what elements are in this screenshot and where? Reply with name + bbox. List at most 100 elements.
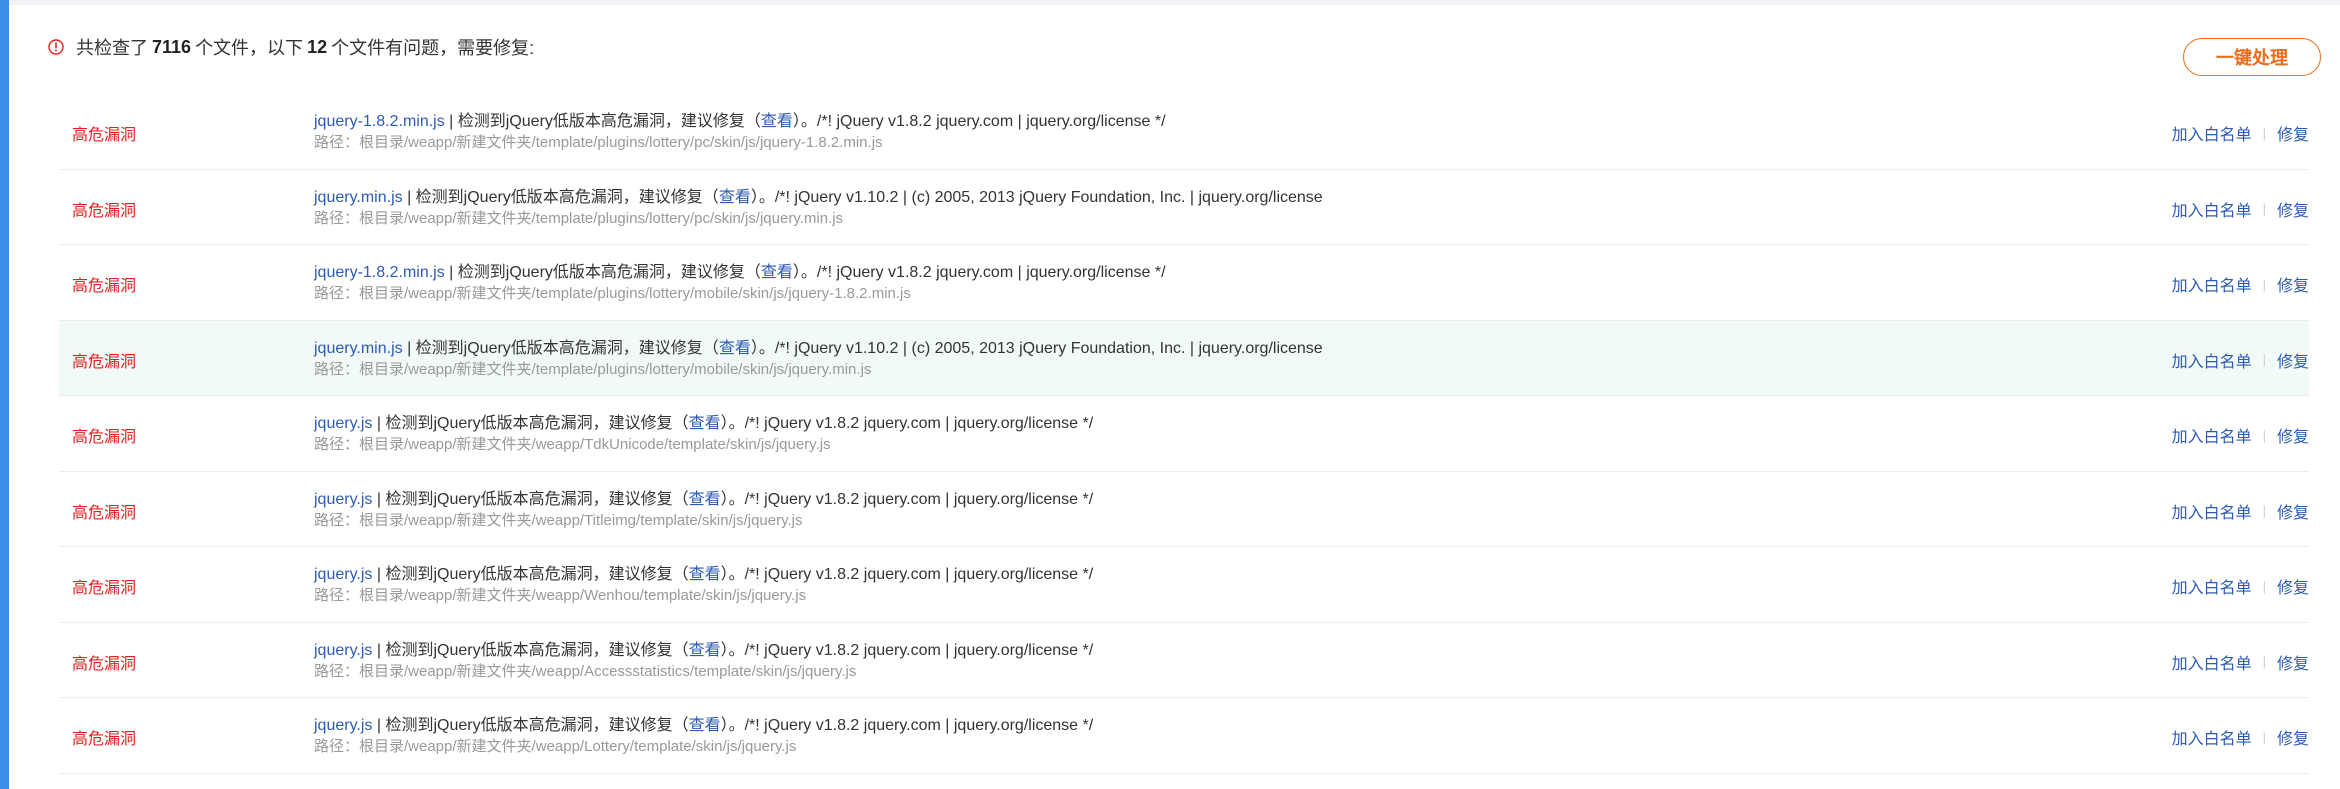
file-name-link[interactable]: jquery-1.8.2.min.js <box>314 264 445 281</box>
file-separator: | <box>444 264 458 281</box>
file-separator: | <box>444 113 458 130</box>
vulnerability-description: jquery-1.8.2.min.js | 检测到jQuery低版本高危漏洞，建… <box>314 258 1166 282</box>
library-header-text: ）。/*! jQuery v1.8.2 jquery.com | jquery.… <box>720 415 1094 432</box>
vulnerability-message: 检测到jQuery低版本高危漏洞，建议修复（ <box>385 717 689 734</box>
add-whitelist-link[interactable]: 加入白名单 <box>2172 725 2252 749</box>
vulnerability-description: jquery-1.8.2.min.js | 检测到jQuery低版本高危漏洞，建… <box>314 107 1166 131</box>
file-path: 路径：根目录/weapp/新建文件夹/weapp/TdkUnicode/temp… <box>314 436 831 453</box>
vulnerability-message: 检测到jQuery低版本高危漏洞，建议修复（ <box>385 415 689 432</box>
risk-level-label: 高危漏洞 <box>72 655 137 673</box>
action-separator: | <box>2262 427 2266 443</box>
view-details-link[interactable]: 查看 <box>689 642 721 659</box>
add-whitelist-link[interactable]: 加入白名单 <box>2172 272 2252 296</box>
action-separator: | <box>2262 201 2266 216</box>
fix-link[interactable]: 修复 <box>2277 121 2309 145</box>
row-actions: 加入白名单 | 修复 <box>2172 121 2309 145</box>
fix-link[interactable]: 修复 <box>2277 272 2309 296</box>
fix-link[interactable]: 修复 <box>2277 197 2309 221</box>
file-separator: | <box>372 490 386 508</box>
file-path: 路径：根目录/weapp/新建文件夹/weapp/Wenhou/template… <box>314 587 807 604</box>
add-whitelist-link[interactable]: 加入白名单 <box>2172 499 2252 523</box>
fix-link[interactable]: 修复 <box>2277 499 2309 523</box>
add-whitelist-link[interactable]: 加入白名单 <box>2172 423 2252 447</box>
action-separator: | <box>2262 503 2266 518</box>
view-details-link[interactable]: 查看 <box>689 717 721 734</box>
summary-prefix: 共检查了 <box>76 38 148 58</box>
vulnerability-message: 检测到jQuery低版本高危漏洞，建议修复（ <box>457 264 761 281</box>
row-actions: 加入白名单 | 修复 <box>2172 499 2309 523</box>
file-name-link[interactable]: jquery-1.8.2.min.js <box>314 113 445 130</box>
vulnerability-description: jquery.min.js | 检测到jQuery低版本高危漏洞，建议修复（查看… <box>314 334 1323 358</box>
action-separator: | <box>2262 276 2266 292</box>
row-actions: 加入白名单 | 修复 <box>2172 348 2309 372</box>
file-path: 路径：根目录/weapp/新建文件夹/template/plugins/lott… <box>314 285 911 302</box>
row-actions: 加入白名单 | 修复 <box>2172 574 2309 598</box>
vulnerability-description: jquery.js | 检测到jQuery低版本高危漏洞，建议修复（查看）。/*… <box>314 711 1093 735</box>
risk-level-label: 高危漏洞 <box>72 202 137 220</box>
library-header-text: ）。/*! jQuery v1.8.2 jquery.com | jquery.… <box>720 641 1094 659</box>
fix-link[interactable]: 修复 <box>2277 348 2309 372</box>
file-path: 路径：根目录/weapp/新建文件夹/weapp/Titleimg/templa… <box>314 511 803 529</box>
fix-link[interactable]: 修复 <box>2277 574 2309 598</box>
file-path: 路径：根目录/weapp/新建文件夹/weapp/Lottery/templat… <box>314 738 797 755</box>
fix-link[interactable]: 修复 <box>2277 423 2309 447</box>
view-details-link[interactable]: 查看 <box>719 340 751 357</box>
vulnerability-row: 高危漏洞 jquery.js | 检测到jQuery低版本高危漏洞，建议修复（查看… <box>59 698 2309 774</box>
risk-level-label: 高危漏洞 <box>72 580 137 597</box>
warning-circle-icon <box>48 39 64 55</box>
file-path: 路径：根目录/weapp/新建文件夹/weapp/Accessstatistic… <box>314 662 857 680</box>
vulnerability-row: 高危漏洞 jquery.js | 检测到jQuery低版本高危漏洞，建议修复（查看… <box>59 396 2309 472</box>
view-details-link[interactable]: 查看 <box>689 491 721 508</box>
action-separator: | <box>2262 654 2266 669</box>
summary-mid: 个文件，以下 <box>195 38 304 58</box>
one-click-fix-button[interactable]: 一键处理 <box>2183 38 2321 76</box>
view-details-link[interactable]: 查看 <box>719 189 751 206</box>
vulnerability-message: 检测到jQuery低版本高危漏洞，建议修复（ <box>385 490 689 508</box>
vulnerability-row: 高危漏洞 jquery.js | 检测到jQuery低版本高危漏洞，建议修复（查看… <box>59 472 2309 547</box>
vulnerability-description: jquery.js | 检测到jQuery低版本高危漏洞，建议修复（查看）。/*… <box>314 485 1093 509</box>
scan-summary: 共检查了 7116 个文件，以下 12 个文件有问题，需要修复: <box>48 36 534 58</box>
add-whitelist-link[interactable]: 加入白名单 <box>2172 348 2252 372</box>
row-actions: 加入白名单 | 修复 <box>2172 650 2309 674</box>
action-separator: | <box>2262 578 2266 594</box>
vulnerability-description: jquery.min.js | 检测到jQuery低版本高危漏洞，建议修复（查看… <box>314 183 1323 207</box>
summary-total-count: 7116 <box>152 36 192 57</box>
view-details-link[interactable]: 查看 <box>689 415 721 432</box>
row-actions: 加入白名单 | 修复 <box>2172 197 2309 221</box>
view-details-link[interactable]: 查看 <box>761 113 793 130</box>
vulnerability-description: jquery.js | 检测到jQuery低版本高危漏洞，建议修复（查看）。/*… <box>314 409 1093 433</box>
vulnerability-description: jquery.js | 检测到jQuery低版本高危漏洞，建议修复（查看）。/*… <box>314 636 1093 660</box>
file-name-link[interactable]: jquery.js <box>314 717 372 734</box>
add-whitelist-link[interactable]: 加入白名单 <box>2172 197 2252 221</box>
view-details-link[interactable]: 查看 <box>761 264 793 281</box>
vulnerability-row: 高危漏洞 jquery-1.8.2.min.js | 检测到jQuery低版本高危… <box>59 245 2309 321</box>
file-separator: | <box>402 188 416 206</box>
row-actions: 加入白名单 | 修复 <box>2172 272 2309 296</box>
library-header-text: ）。/*! jQuery v1.8.2 jquery.com | jquery.… <box>720 490 1094 508</box>
file-name-link[interactable]: jquery.min.js <box>314 340 403 357</box>
risk-level-label: 高危漏洞 <box>72 127 137 144</box>
file-path: 路径：根目录/weapp/新建文件夹/template/plugins/lott… <box>314 360 872 378</box>
fix-link[interactable]: 修复 <box>2277 725 2309 749</box>
vulnerability-row: 高危漏洞 jquery-1.8.2.min.js | 检测到jQuery低版本高危… <box>59 94 2309 170</box>
fix-link[interactable]: 修复 <box>2277 650 2309 674</box>
vulnerability-row: 高危漏洞 jquery.min.js | 检测到jQuery低版本高危漏洞，建议修… <box>59 320 2309 396</box>
vulnerability-row: 高危漏洞 jquery.js | 检测到jQuery低版本高危漏洞，建议修复（查看… <box>59 623 2309 698</box>
file-name-link[interactable]: jquery.js <box>314 491 372 508</box>
file-separator: | <box>402 339 416 357</box>
file-name-link[interactable]: jquery.js <box>314 566 372 583</box>
file-name-link[interactable]: jquery.js <box>314 642 372 659</box>
left-accent-bar <box>0 0 9 789</box>
risk-level-label: 高危漏洞 <box>72 353 137 371</box>
add-whitelist-link[interactable]: 加入白名单 <box>2172 574 2252 598</box>
library-header-text: ）。/*! jQuery v1.8.2 jquery.com | jquery.… <box>720 566 1094 583</box>
add-whitelist-link[interactable]: 加入白名单 <box>2172 650 2252 674</box>
action-separator: | <box>2262 125 2266 141</box>
file-name-link[interactable]: jquery.js <box>314 415 372 432</box>
library-header-text: ）。/*! jQuery v1.8.2 jquery.com | jquery.… <box>720 717 1094 734</box>
file-name-link[interactable]: jquery.min.js <box>314 189 403 206</box>
file-separator: | <box>372 641 386 659</box>
view-details-link[interactable]: 查看 <box>689 566 721 583</box>
add-whitelist-link[interactable]: 加入白名单 <box>2172 121 2252 145</box>
row-actions: 加入白名单 | 修复 <box>2172 423 2309 447</box>
